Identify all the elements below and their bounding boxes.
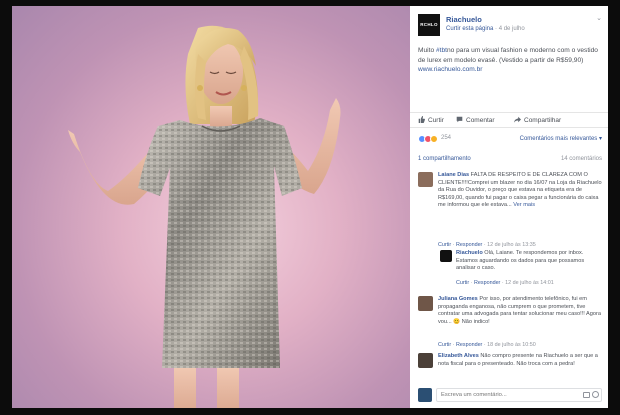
post-actions: Curtir Comentar Compartilhar — [410, 112, 608, 128]
comment-body: Riachuelo Olá, Laiane. Te respondemos po… — [456, 250, 602, 273]
comment-label: Comentar — [466, 117, 495, 124]
comment-input[interactable] — [436, 388, 602, 402]
comment-reply-link[interactable]: Responder — [474, 280, 500, 286]
share-button[interactable]: Compartilhar — [514, 116, 561, 124]
post-text-start: Muito — [418, 47, 436, 54]
comment-like-link[interactable]: Curtir — [456, 280, 469, 286]
post-header: RCHLO Riachuelo Curtir esta página · 4 d… — [418, 14, 602, 40]
reactions-bar: 254 Comentários mais relevantes ▾ — [418, 135, 602, 145]
comment-meta: Curtir · Responder · 18 de julho às 10:5… — [438, 342, 536, 348]
comment-sort-dropdown[interactable]: Comentários mais relevantes ▾ — [520, 135, 602, 142]
avatar[interactable] — [418, 353, 433, 368]
see-more-link[interactable]: Ver mais — [512, 202, 535, 208]
post-side-panel: RCHLO Riachuelo Curtir esta página · 4 d… — [410, 6, 608, 408]
page-name[interactable]: Riachuelo — [446, 15, 482, 24]
wow-reaction-icon[interactable] — [430, 135, 438, 143]
post-photo[interactable] — [12, 6, 410, 408]
earring-right — [241, 85, 247, 91]
camera-icon[interactable] — [583, 392, 590, 398]
page-avatar[interactable]: RCHLO — [418, 14, 440, 36]
share-label: Compartilhar — [524, 117, 562, 124]
earring-left — [197, 85, 203, 91]
like-page-link[interactable]: Curtir esta página — [446, 26, 493, 32]
comment-icon — [456, 116, 463, 123]
post-url[interactable]: www.riachuelo.com.br — [418, 66, 483, 73]
comment-like-link[interactable]: Curtir — [438, 342, 451, 348]
comments-count[interactable]: 14 comentários — [561, 156, 602, 162]
thumbs-up-icon — [418, 116, 425, 123]
comment-button[interactable]: Comentar — [456, 116, 495, 124]
comment-reply-link[interactable]: Responder — [456, 342, 482, 348]
comment-time[interactable]: 18 de julho às 10:50 — [487, 342, 536, 348]
comment-body: Juliana Gomes Por isso, por atendimento … — [438, 296, 602, 326]
emoji-icon[interactable] — [592, 391, 599, 398]
avatar — [418, 388, 432, 402]
avatar[interactable] — [418, 296, 433, 311]
right-leg — [217, 366, 239, 408]
comment-body: Laiane Dias FALTA DE RESPEITO E DE CLARE… — [438, 172, 602, 210]
post-text: Muito #tbtno para um visual fashion e mo… — [418, 46, 602, 75]
avatar[interactable] — [418, 172, 433, 187]
comment-time[interactable]: 12 de julho às 14:01 — [505, 280, 554, 286]
like-button[interactable]: Curtir — [418, 116, 444, 124]
comment-author[interactable]: Riachuelo — [456, 250, 483, 256]
neck — [210, 106, 232, 128]
reaction-count[interactable]: 254 — [441, 135, 451, 141]
comment-time[interactable]: 12 de julho às 13:35 — [487, 242, 536, 248]
comment-like-link[interactable]: Curtir — [438, 242, 451, 248]
post-hashtag[interactable]: #tbt — [436, 47, 447, 54]
like-label: Curtir — [428, 117, 444, 124]
shares-row: 1 compartilhamento 14 comentários — [418, 156, 602, 162]
comment-body: Elizabeth Alves Não compro presente na R… — [438, 353, 602, 368]
share-icon — [514, 116, 521, 123]
avatar[interactable] — [440, 250, 452, 262]
left-leg — [174, 366, 196, 408]
comment-author[interactable]: Juliana Gomes — [438, 296, 478, 302]
comment-meta: Curtir · Responder · 12 de julho às 13:3… — [438, 242, 536, 248]
post-meta: Curtir esta página · 4 de julho — [446, 26, 525, 32]
comment-composer — [418, 388, 602, 402]
model-illustration — [68, 25, 341, 408]
comment-meta: Curtir · Responder · 12 de julho às 14:0… — [456, 280, 554, 286]
comment-reply-link[interactable]: Responder — [456, 242, 482, 248]
comment-author[interactable]: Elizabeth Alves — [438, 353, 479, 359]
post-date[interactable]: 4 de julho — [499, 26, 525, 32]
chevron-down-icon[interactable]: ⌄ — [596, 14, 602, 22]
shares-count[interactable]: 1 compartilhamento — [418, 156, 471, 162]
comment-author[interactable]: Laiane Dias — [438, 172, 469, 178]
